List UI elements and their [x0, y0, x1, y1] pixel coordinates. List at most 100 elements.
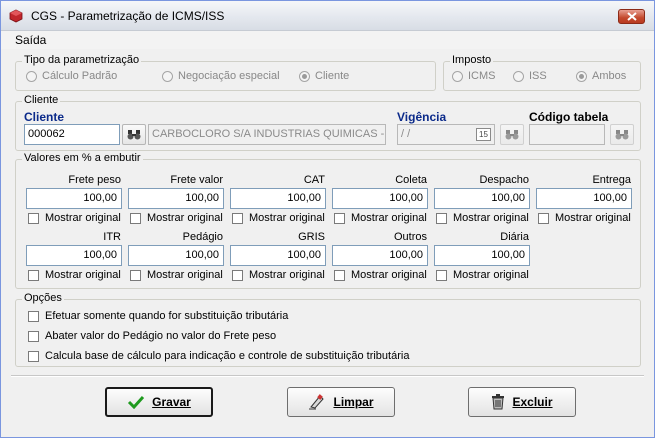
cat-label: CAT	[303, 174, 325, 186]
frete-peso-label: Frete peso	[68, 174, 121, 186]
check-icon	[127, 395, 145, 409]
checkbox-label: Mostrar original	[555, 212, 631, 224]
radio-label: ISS	[529, 70, 547, 82]
radio-cliente[interactable]: Cliente	[299, 70, 349, 82]
binoculars-icon	[505, 130, 519, 140]
imposto-legend: Imposto	[450, 54, 494, 66]
gris-input[interactable]: 100,00	[230, 245, 326, 266]
pedagio-input[interactable]: 100,00	[128, 245, 224, 266]
radio-icms[interactable]: ICMS	[452, 70, 496, 82]
radio-label: ICMS	[468, 70, 496, 82]
trash-icon	[491, 394, 505, 410]
vigencia-search-button[interactable]	[500, 124, 524, 145]
valores-legend: Valores em % a embutir	[22, 152, 143, 164]
window-title: CGS - Parametrização de ICMS/ISS	[31, 9, 225, 23]
itr-input[interactable]: 100,00	[26, 245, 122, 266]
checkbox	[28, 269, 39, 281]
frete-valor-input[interactable]: 100,00	[128, 188, 224, 209]
binoculars-icon	[615, 130, 629, 140]
coleta-mostrar-original[interactable]: Mostrar original	[334, 212, 427, 224]
frete-valor-label: Frete valor	[170, 174, 223, 186]
title-bar[interactable]: CGS - Parametrização de ICMS/ISS	[1, 1, 654, 31]
binoculars-icon	[127, 130, 141, 140]
vigencia-label: Vigência	[397, 110, 447, 124]
opcoes-legend: Opções	[22, 292, 64, 304]
radio-dot	[452, 70, 463, 82]
excluir-label: Excluir	[512, 395, 553, 409]
checkbox	[334, 212, 345, 224]
outros-mostrar-original[interactable]: Mostrar original	[334, 269, 427, 281]
cliente-name-field: CARBOCLORO S/A INDUSTRIAS QUIMICAS -	[148, 124, 386, 145]
app-window: CGS - Parametrização de ICMS/ISS Saída T…	[0, 0, 655, 438]
gris-label: GRIS	[298, 231, 325, 243]
radio-ambos[interactable]: Ambos	[576, 70, 626, 82]
app-logo-icon	[9, 9, 23, 23]
radio-dot-selected	[576, 70, 587, 82]
opcao-substituicao-tributaria[interactable]: Efetuar somente quando for substituição …	[28, 310, 288, 322]
checkbox-label: Efetuar somente quando for substituição …	[45, 310, 289, 322]
cat-input[interactable]: 100,00	[230, 188, 326, 209]
checkbox	[130, 212, 141, 224]
close-icon	[626, 12, 637, 21]
checkbox-label: Mostrar original	[351, 269, 427, 281]
checkbox	[232, 269, 243, 281]
cliente-search-button[interactable]	[122, 124, 146, 145]
radio-dot	[26, 70, 37, 82]
cliente-code-input[interactable]: 000062	[24, 124, 120, 145]
cat-mostrar-original[interactable]: Mostrar original	[232, 212, 325, 224]
opcoes-group: Opções Efetuar somente quando for substi…	[15, 292, 641, 367]
checkbox-label: Mostrar original	[453, 269, 529, 281]
cliente-label: Cliente	[24, 110, 65, 124]
despacho-mostrar-original[interactable]: Mostrar original	[436, 212, 529, 224]
checkbox	[436, 269, 447, 281]
frete-valor-mostrar-original[interactable]: Mostrar original	[130, 212, 223, 224]
checkbox	[538, 212, 549, 224]
checkbox	[28, 330, 39, 342]
outros-input[interactable]: 100,00	[332, 245, 428, 266]
despacho-input[interactable]: 100,00	[434, 188, 530, 209]
menu-saida[interactable]: Saída	[15, 33, 46, 47]
entrega-label: Entrega	[592, 174, 631, 186]
radio-negociacao-especial[interactable]: Negociação especial	[162, 70, 280, 82]
gris-mostrar-original[interactable]: Mostrar original	[232, 269, 325, 281]
checkbox	[436, 212, 447, 224]
frete-peso-input[interactable]: 100,00	[26, 188, 122, 209]
itr-label: ITR	[103, 231, 121, 243]
codigo-tabela-input[interactable]	[529, 124, 605, 145]
radio-label: Negociação especial	[178, 70, 280, 82]
radio-iss[interactable]: ISS	[513, 70, 547, 82]
calendar-icon[interactable]: 15	[476, 128, 491, 141]
radio-label: Cálculo Padrão	[42, 70, 118, 82]
itr-mostrar-original[interactable]: Mostrar original	[28, 269, 121, 281]
radio-label: Ambos	[592, 70, 627, 82]
excluir-button[interactable]: Excluir	[468, 387, 576, 417]
close-button[interactable]	[618, 9, 645, 24]
coleta-label: Coleta	[395, 174, 427, 186]
pedagio-mostrar-original[interactable]: Mostrar original	[130, 269, 223, 281]
divider	[11, 375, 644, 377]
opcao-abater-pedagio[interactable]: Abater valor do Pedágio no valor do Fret…	[28, 330, 276, 342]
coleta-input[interactable]: 100,00	[332, 188, 428, 209]
entrega-mostrar-original[interactable]: Mostrar original	[538, 212, 631, 224]
codigo-tabela-search-button[interactable]	[610, 124, 634, 145]
gravar-button[interactable]: Gravar	[105, 387, 213, 417]
checkbox-label: Mostrar original	[453, 212, 529, 224]
form-body: Tipo da parametrização Cálculo Padrão Ne…	[1, 49, 654, 437]
menu-bar: Saída	[1, 31, 654, 49]
opcao-calcula-base[interactable]: Calcula base de cálculo para indicação e…	[28, 350, 409, 362]
frete-peso-mostrar-original[interactable]: Mostrar original	[28, 212, 121, 224]
diaria-label: Diária	[500, 231, 529, 243]
diaria-mostrar-original[interactable]: Mostrar original	[436, 269, 529, 281]
eraser-icon	[308, 394, 326, 410]
diaria-input[interactable]: 100,00	[434, 245, 530, 266]
checkbox	[130, 269, 141, 281]
checkbox-label: Mostrar original	[147, 212, 223, 224]
limpar-button[interactable]: Limpar	[287, 387, 395, 417]
checkbox	[232, 212, 243, 224]
radio-calculo-padrao[interactable]: Cálculo Padrão	[26, 70, 117, 82]
radio-dot-selected	[299, 70, 310, 82]
entrega-input[interactable]: 100,00	[536, 188, 632, 209]
outros-label: Outros	[393, 231, 427, 243]
checkbox	[28, 350, 39, 362]
tipo-legend: Tipo da parametrização	[22, 54, 142, 66]
